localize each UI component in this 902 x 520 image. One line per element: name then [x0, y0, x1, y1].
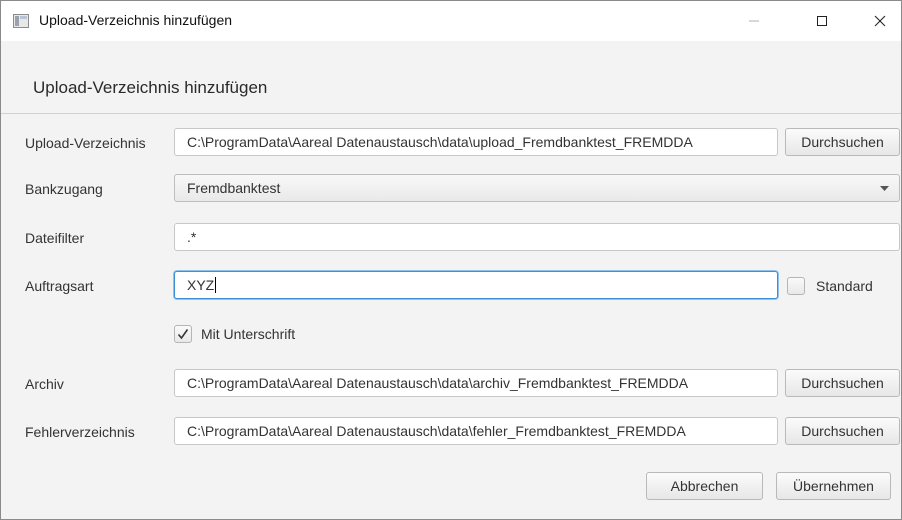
cancel-button[interactable]: Abbrechen	[646, 472, 763, 500]
error-dir-field[interactable]: C:\ProgramData\Aareal Datenaustausch\dat…	[174, 417, 778, 445]
file-filter-field[interactable]: .*	[174, 223, 900, 251]
text-caret	[215, 277, 217, 293]
minimize-button[interactable]	[731, 1, 777, 41]
close-icon	[874, 15, 886, 27]
dialog-header: Upload-Verzeichnis hinzufügen	[1, 41, 901, 114]
archive-label: Archiv	[25, 376, 64, 392]
title-bar: Upload-Verzeichnis hinzufügen	[1, 1, 901, 41]
close-button[interactable]	[857, 1, 902, 41]
checkmark-icon	[177, 329, 189, 340]
window-app-icon	[13, 14, 29, 28]
standard-label: Standard	[816, 278, 873, 294]
upload-dir-field[interactable]: C:\ProgramData\Aareal Datenaustausch\dat…	[174, 128, 778, 156]
error-dir-browse-button[interactable]: Durchsuchen	[785, 417, 900, 445]
signature-checkbox[interactable]	[174, 325, 192, 343]
upload-dir-browse-button[interactable]: Durchsuchen	[785, 128, 900, 156]
order-type-value: XYZ	[187, 277, 215, 293]
maximize-button[interactable]	[799, 1, 845, 41]
apply-button[interactable]: Übernehmen	[776, 472, 891, 500]
minimize-icon	[749, 20, 759, 22]
order-type-field[interactable]: XYZ	[174, 271, 778, 299]
upload-dir-label: Upload-Verzeichnis	[25, 135, 146, 151]
archive-browse-button[interactable]: Durchsuchen	[785, 369, 900, 397]
bank-access-selected: Fremdbanktest	[187, 180, 281, 196]
window-title: Upload-Verzeichnis hinzufügen	[39, 12, 233, 28]
order-type-label: Auftragsart	[25, 278, 94, 294]
dialog-title: Upload-Verzeichnis hinzufügen	[33, 78, 268, 97]
chevron-down-icon	[880, 186, 889, 191]
bank-access-label: Bankzugang	[25, 181, 103, 197]
dialog-window: Upload-Verzeichnis hinzufügen Upload-Ver…	[0, 0, 902, 520]
signature-label: Mit Unterschrift	[201, 326, 296, 342]
error-dir-label: Fehlerverzeichnis	[25, 424, 135, 440]
archive-field[interactable]: C:\ProgramData\Aareal Datenaustausch\dat…	[174, 369, 778, 397]
file-filter-label: Dateifilter	[25, 230, 85, 246]
bank-access-combobox[interactable]: Fremdbanktest	[174, 174, 900, 202]
standard-checkbox[interactable]	[787, 277, 805, 295]
maximize-icon	[817, 16, 827, 26]
